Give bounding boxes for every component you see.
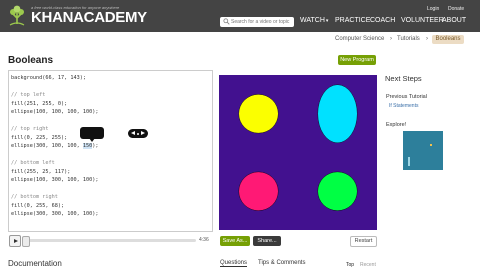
tab-tips-comments[interactable]: Tips & Comments	[258, 260, 305, 266]
code-line[interactable]: ellipse(100, 300, 100, 100);	[11, 176, 98, 184]
page-title: Booleans	[8, 55, 54, 66]
code-text: ellipse(300, 100, 100,	[11, 143, 83, 149]
logo-wordmark[interactable]: KHANACADEMY	[31, 9, 147, 26]
tab-questions[interactable]: Questions	[220, 260, 248, 267]
breadcrumb-computer-science[interactable]: Computer Science	[335, 36, 384, 45]
code-line[interactable]: ellipse(100, 100, 100, 100);	[11, 108, 98, 116]
nav-about[interactable]: ABOUT	[442, 17, 466, 24]
sort-top[interactable]: Top	[346, 262, 354, 268]
playback-track[interactable]	[24, 239, 196, 242]
top-header: a free world-class education for anyone …	[0, 0, 480, 32]
nav-practice[interactable]: PRACTICE	[335, 17, 370, 24]
arrow-right-icon	[141, 131, 145, 135]
code-line[interactable]: // bottom right	[11, 193, 58, 201]
share-button[interactable]: Share...	[253, 236, 281, 246]
search-icon	[223, 18, 230, 25]
save-as-button[interactable]: Save As...	[220, 236, 250, 246]
code-line[interactable]: ellipse(300, 100, 100, 150);	[11, 142, 98, 150]
new-program-button[interactable]: New Program	[338, 55, 376, 65]
restart-button[interactable]: Restart	[350, 236, 377, 247]
code-text: );	[92, 143, 99, 149]
number-scrubber-tooltip	[80, 127, 104, 142]
previous-tutorial-label: Previous Tutorial	[386, 94, 427, 100]
search-box[interactable]	[220, 17, 294, 27]
chevron-down-icon: ▾	[325, 18, 329, 24]
nav-watch-label: WATCH	[300, 17, 325, 24]
explore-program-thumbnail[interactable]	[403, 131, 443, 170]
breadcrumb-tutorials[interactable]: Tutorials	[397, 36, 420, 45]
nav-coach[interactable]: COACH	[370, 17, 395, 24]
code-line[interactable]: fill(0, 255, 68);	[11, 202, 64, 210]
arrow-left-icon	[131, 131, 135, 135]
donate-link[interactable]: Donate	[448, 6, 464, 12]
nav-watch[interactable]: WATCH▾	[300, 17, 328, 24]
khan-tree-logo-icon[interactable]	[6, 4, 28, 26]
code-line[interactable]: fill(251, 255, 0);	[11, 100, 67, 108]
breadcrumb-current: Booleans	[432, 35, 464, 44]
nav-volunteer[interactable]: VOLUNTEER	[401, 17, 444, 24]
selected-number[interactable]: 150	[82, 143, 93, 149]
next-steps-heading: Next Steps	[385, 74, 422, 83]
pink-ellipse	[238, 171, 279, 211]
cyan-ellipse	[317, 84, 358, 144]
number-scrubber-arrows[interactable]	[128, 129, 148, 138]
explore-label: Explore!	[386, 122, 407, 128]
breadcrumb-separator: ›	[390, 36, 392, 42]
code-line[interactable]: background(66, 17, 143);	[11, 74, 86, 82]
breadcrumb-separator: ›	[426, 36, 428, 42]
thumbnail-bar	[408, 157, 410, 166]
play-icon[interactable]	[9, 235, 21, 247]
login-link[interactable]: Login	[427, 6, 439, 12]
code-line[interactable]: ellipse(300, 300, 100, 100);	[11, 210, 98, 218]
green-ellipse	[317, 171, 358, 211]
playback-scrubber-handle[interactable]	[22, 236, 30, 247]
documentation-heading: Documentation	[8, 259, 62, 268]
code-line[interactable]: fill(255, 25, 117);	[11, 168, 70, 176]
dot-icon	[136, 132, 139, 135]
code-line[interactable]: // top right	[11, 125, 48, 133]
sort-recent[interactable]: Recent	[360, 262, 376, 268]
program-output-canvas[interactable]	[219, 75, 377, 230]
code-line[interactable]: // top left	[11, 91, 45, 99]
playback-time: 4:36	[199, 237, 209, 243]
code-line[interactable]: fill(0, 225, 255);	[11, 134, 67, 142]
thumbnail-dot	[430, 144, 432, 146]
yellow-ellipse	[238, 94, 279, 134]
code-editor[interactable]: background(66, 17, 143);// top left fill(…	[8, 70, 213, 232]
search-input[interactable]	[231, 17, 291, 27]
code-line[interactable]: // bottom left	[11, 159, 55, 167]
previous-tutorial-link[interactable]: If Statements	[389, 103, 418, 109]
